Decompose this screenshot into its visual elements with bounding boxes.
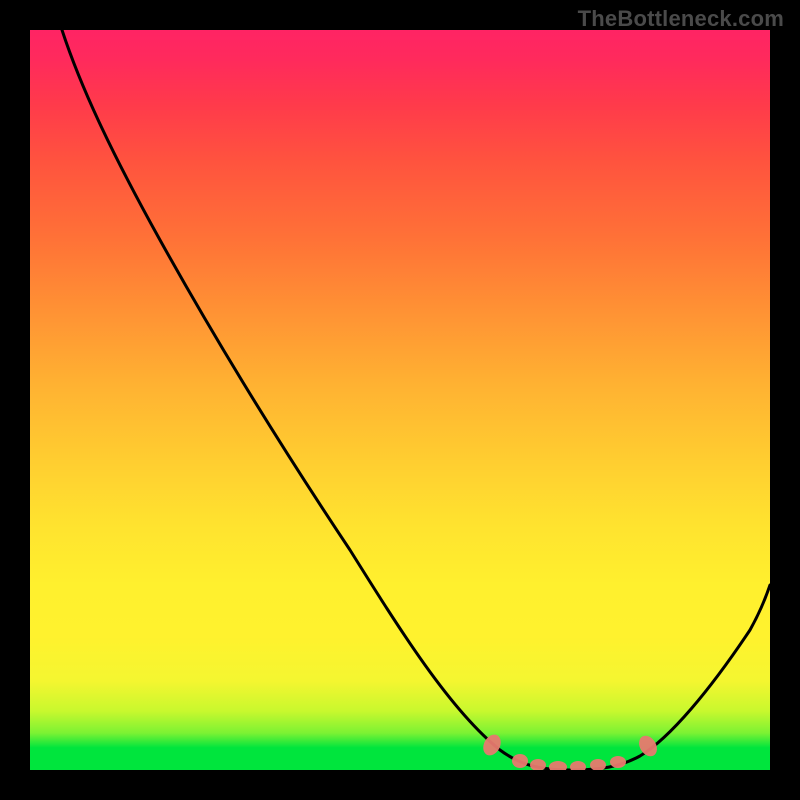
- marker-dot: [512, 754, 528, 768]
- curve-layer: [30, 30, 770, 770]
- chart-container: TheBottleneck.com: [0, 0, 800, 800]
- marker-group: [480, 732, 661, 770]
- marker-dot: [590, 759, 606, 770]
- marker-dot: [570, 761, 586, 770]
- bottleneck-curve: [62, 30, 770, 770]
- marker-dot: [530, 759, 546, 770]
- marker-dot: [549, 761, 567, 770]
- marker-dot: [610, 756, 626, 768]
- plot-area: [30, 30, 770, 770]
- watermark-text: TheBottleneck.com: [578, 6, 784, 32]
